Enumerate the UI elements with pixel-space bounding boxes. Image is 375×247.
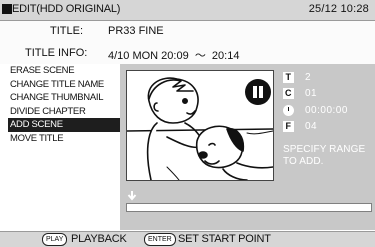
timeline-bar[interactable]	[126, 203, 372, 212]
title-number: 2	[305, 72, 312, 84]
play-key-icon: PLAY	[42, 233, 68, 246]
title-info-label: TITLE INFO:	[25, 47, 88, 59]
title-info-value: 4/10 MON 20:09 ～ 20:14	[108, 50, 240, 62]
title-value: PR33 FINE	[108, 25, 164, 37]
pause-icon	[245, 79, 271, 105]
date-time: 25/12 10:28	[308, 3, 369, 15]
preview-panel: T2 C 01 00:00:00 F 04 SPECIFY RANGE TO ADD…	[120, 64, 375, 230]
menu-item-add-scene[interactable]: ADD SCENE	[8, 118, 120, 132]
enter-label: SET START POINT	[178, 233, 271, 245]
mode-title: EDIT(HDD ORIGINAL)	[12, 3, 121, 15]
title-info-area: TITLE: PR33 FINE TITLE INFO: 4/10 MON 20…	[0, 21, 375, 64]
menu-item-divide-chapter[interactable]: DIVIDE CHAPTER	[8, 105, 120, 119]
frame-number: 04	[305, 121, 318, 133]
menu-item-move-title[interactable]: MOVE TITLE	[8, 132, 120, 146]
screen: EDIT(HDD ORIGINAL) 25/12 10:28 TITLE: PR…	[0, 0, 375, 247]
start-point-arrow-icon	[127, 191, 137, 201]
time-row: 00:00:00	[283, 105, 348, 116]
title-number-icon: T	[283, 72, 294, 83]
clock-icon	[283, 105, 294, 116]
title-label: TITLE:	[50, 25, 84, 37]
menu-item-change-thumbnail[interactable]: CHANGE THUMBNAIL	[8, 91, 120, 105]
chapter-number-icon: C	[283, 88, 294, 99]
edit-menu: ERASE SCENE CHANGE TITLE NAME CHANGE THU…	[8, 64, 120, 230]
chapter-number-row: C 01	[283, 88, 317, 99]
frame-row: F 04	[283, 121, 317, 132]
elapsed-time: 00:00:00	[305, 105, 348, 117]
enter-key-icon: ENTER	[144, 233, 176, 246]
header-bar: EDIT(HDD ORIGINAL) 25/12 10:28	[0, 0, 375, 21]
menu-item-change-title-name[interactable]: CHANGE TITLE NAME	[8, 78, 120, 92]
frame-number-icon: F	[283, 121, 294, 132]
play-label: PLAYBACK	[71, 233, 127, 245]
instruction-message: SPECIFY RANGE TO ADD.	[283, 144, 366, 167]
mode-indicator-icon	[2, 4, 12, 14]
footer-bar: PLAY PLAYBACK ENTER SET START POINT	[0, 231, 375, 247]
menu-item-erase-scene[interactable]: ERASE SCENE	[8, 64, 120, 78]
title-number-row: T2	[283, 72, 311, 83]
video-thumbnail	[126, 70, 274, 181]
chapter-number: 01	[305, 88, 318, 100]
